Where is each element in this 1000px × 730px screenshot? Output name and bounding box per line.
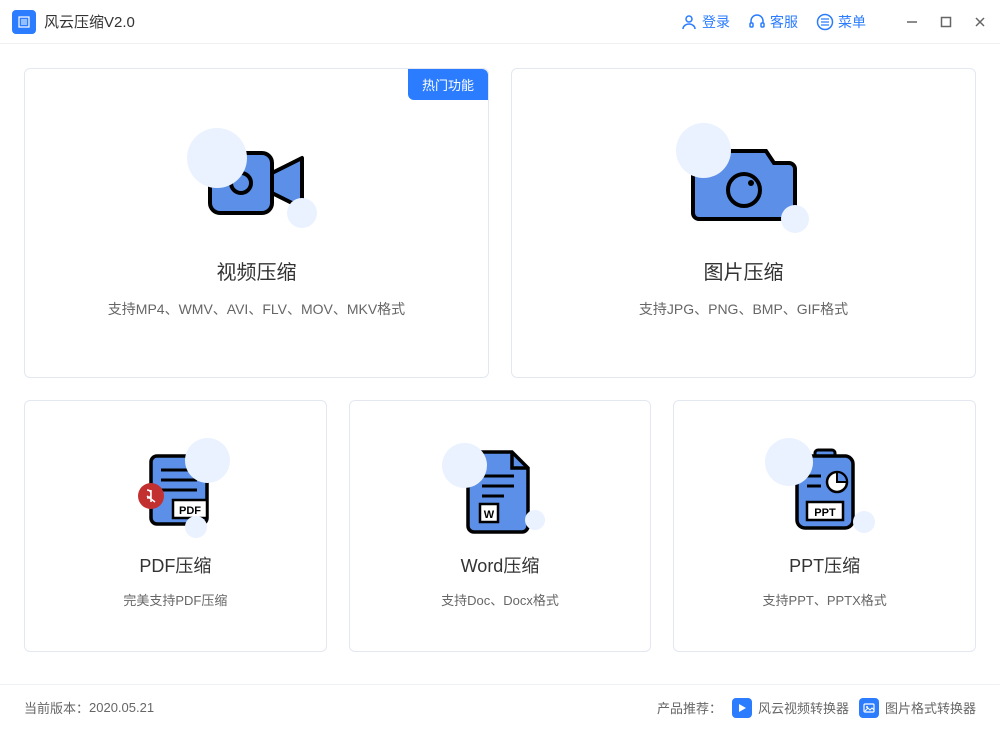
minimize-button[interactable] — [904, 14, 920, 30]
support-label: 客服 — [770, 12, 798, 32]
recommend-label: 产品推荐： — [657, 698, 722, 717]
card-title: Word压缩 — [461, 552, 540, 578]
footer: 当前版本： 2020.05.21 产品推荐： 风云视频转换器 图片格式转换器 — [0, 684, 1000, 730]
card-ppt-compress[interactable]: PPT PPT压缩 支持PPT、PPTX格式 — [673, 400, 976, 652]
titlebar: 风云压缩V2.0 登录 客服 菜单 — [0, 0, 1000, 44]
card-desc: 支持PPT、PPTX格式 — [763, 590, 887, 609]
pdf-icon: PDF — [125, 443, 225, 538]
login-button[interactable]: 登录 — [680, 12, 730, 32]
card-word-compress[interactable]: W Word压缩 支持Doc、Docx格式 — [349, 400, 652, 652]
card-title: PDF压缩 — [139, 552, 211, 578]
card-desc: 支持MP4、WMV、AVI、FLV、MOV、MKV格式 — [108, 299, 405, 319]
rec-label: 风云视频转换器 — [758, 698, 849, 717]
image-icon — [859, 698, 879, 718]
maximize-button[interactable] — [938, 14, 954, 30]
rec-label: 图片格式转换器 — [885, 698, 976, 717]
window-controls — [904, 14, 988, 30]
recommend-video-converter[interactable]: 风云视频转换器 — [732, 698, 849, 718]
svg-text:PPT: PPT — [814, 507, 836, 519]
card-title: 图片压缩 — [704, 256, 784, 285]
menu-icon — [816, 13, 834, 31]
user-icon — [680, 13, 698, 31]
main-content: 热门功能 视频压缩 支持MP4、WMV、AVI、FLV、MOV、MKV格式 — [0, 44, 1000, 684]
card-desc: 支持Doc、Docx格式 — [441, 590, 559, 609]
play-icon — [732, 698, 752, 718]
card-title: PPT压缩 — [789, 552, 860, 578]
titlebar-actions: 登录 客服 菜单 — [680, 12, 988, 32]
ppt-icon: PPT — [775, 443, 875, 538]
login-label: 登录 — [702, 12, 730, 32]
app-title: 风云压缩V2.0 — [44, 11, 135, 32]
version-value: 2020.05.21 — [89, 700, 154, 715]
video-icon — [197, 128, 317, 238]
recommend-image-converter[interactable]: 图片格式转换器 — [859, 698, 976, 718]
app-logo — [12, 10, 36, 34]
svg-text:W: W — [484, 509, 495, 521]
close-button[interactable] — [972, 14, 988, 30]
support-button[interactable]: 客服 — [748, 12, 798, 32]
menu-button[interactable]: 菜单 — [816, 12, 866, 32]
card-desc: 完美支持PDF压缩 — [123, 590, 227, 609]
word-icon: W — [450, 443, 550, 538]
card-desc: 支持JPG、PNG、BMP、GIF格式 — [639, 299, 848, 319]
recommend-section: 产品推荐： 风云视频转换器 图片格式转换器 — [657, 698, 976, 718]
card-video-compress[interactable]: 热门功能 视频压缩 支持MP4、WMV、AVI、FLV、MOV、MKV格式 — [24, 68, 489, 378]
version-label: 当前版本： — [24, 698, 89, 717]
card-image-compress[interactable]: 图片压缩 支持JPG、PNG、BMP、GIF格式 — [511, 68, 976, 378]
hot-badge: 热门功能 — [408, 69, 488, 100]
card-title: 视频压缩 — [217, 256, 297, 285]
menu-label: 菜单 — [838, 12, 866, 32]
camera-icon — [684, 128, 804, 238]
headset-icon — [748, 13, 766, 31]
card-pdf-compress[interactable]: PDF PDF压缩 完美支持PDF压缩 — [24, 400, 327, 652]
